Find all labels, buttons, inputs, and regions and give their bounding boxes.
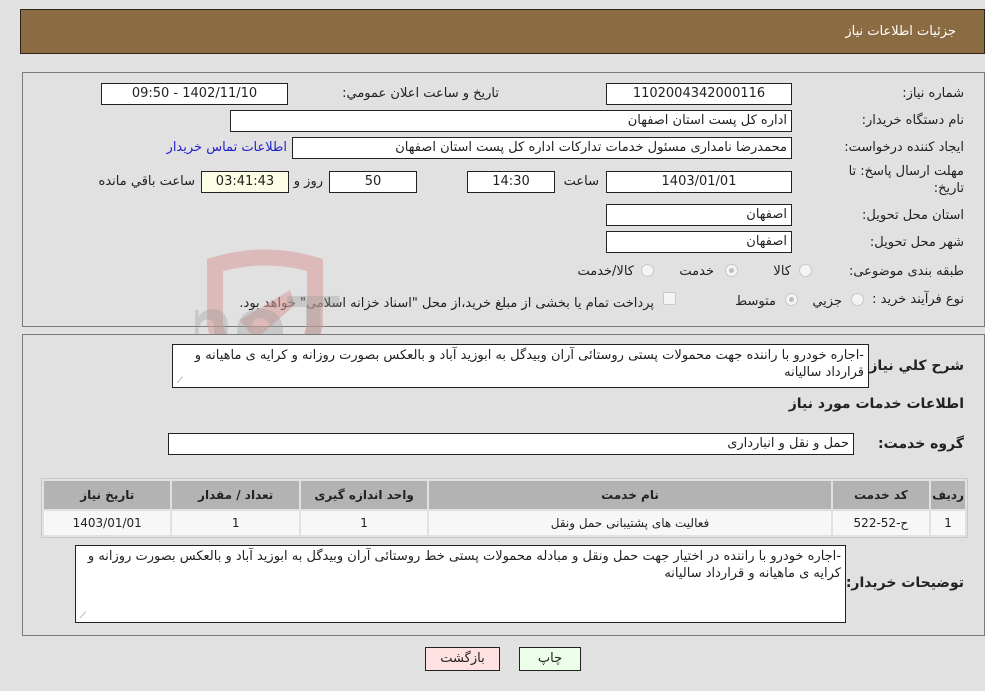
remaining-time-label: ساعت باقي مانده xyxy=(98,174,195,189)
delivery-city-label: شهر محل تحویل: xyxy=(869,235,964,250)
purchase-type-radio-medium[interactable] xyxy=(785,293,798,306)
summary-label: شرح کلي نیاز: xyxy=(863,358,964,374)
purchase-type-option-medium: متوسط xyxy=(735,294,776,309)
services-title: اطلاعات خدمات مورد نیاز xyxy=(788,396,964,412)
category-option-goods-service: کالا/خدمت xyxy=(577,264,634,279)
details-panel: شماره نیاز: 1102004342000116 تاریخ و ساع… xyxy=(22,72,985,327)
col-service-name: نام خدمت xyxy=(429,481,831,509)
purchase-type-option-minor: جزيي xyxy=(812,294,842,309)
delivery-province-label: استان محل تحویل: xyxy=(862,208,964,223)
category-label: طبقه بندی موضوعی: xyxy=(848,264,964,279)
category-option-goods: کالا xyxy=(773,264,791,279)
deadline-time-field[interactable]: 14:30 xyxy=(467,171,555,193)
summary-text: -اجاره خودرو با راننده جهت محمولات پستی … xyxy=(194,348,864,380)
col-service-code: کد خدمت xyxy=(832,481,930,509)
requester-label: ایجاد کننده درخواست: xyxy=(844,140,964,155)
delivery-city-field[interactable]: اصفهان xyxy=(606,231,792,253)
service-group-label: گروه خدمت: xyxy=(878,436,964,452)
buyer-org-label: نام دستگاه خریدار: xyxy=(861,113,964,128)
services-table: ردیف کد خدمت نام خدمت واحد اندازه گیری ت… xyxy=(41,478,968,538)
table-row: 1 ح-52-522 فعالیت های پشتیبانی حمل ونقل … xyxy=(44,511,965,535)
treasury-checkbox[interactable] xyxy=(663,292,676,305)
deadline-date-field[interactable]: 1403/01/01 xyxy=(606,171,792,193)
deadline-label-line1: مهلت ارسال پاسخ: تا xyxy=(848,164,964,179)
delivery-province-field[interactable]: اصفهان xyxy=(606,204,792,226)
category-radio-service[interactable] xyxy=(725,264,738,277)
summary-textarea[interactable]: -اجاره خودرو با راننده جهت محمولات پستی … xyxy=(172,344,869,388)
col-unit: واحد اندازه گیری xyxy=(300,481,428,509)
cell-quantity: 1 xyxy=(172,511,299,535)
deadline-label-line2: تاریخ: xyxy=(933,181,964,196)
cell-unit: 1 xyxy=(300,511,428,535)
purchase-type-radio-minor[interactable] xyxy=(851,293,864,306)
resize-grip-icon[interactable]: ⟋ xyxy=(175,377,183,386)
buyer-contact-link[interactable]: اطلاعات تماس خریدار xyxy=(167,140,287,155)
services-panel: شرح کلي نیاز: -اجاره خودرو با راننده جهت… xyxy=(22,334,985,636)
need-number-label: شماره نیاز: xyxy=(902,86,964,101)
print-button[interactable]: چاپ xyxy=(519,647,581,671)
col-row-number: ردیف xyxy=(931,481,965,509)
back-button[interactable]: بازگشت xyxy=(425,647,500,671)
buyer-notes-label: توضیحات خریدار: xyxy=(845,575,964,591)
col-quantity: تعداد / مقدار xyxy=(172,481,299,509)
days-label: روز و xyxy=(293,174,323,189)
treasury-note: پرداخت تمام یا بخشی از مبلغ خرید،از محل … xyxy=(239,296,654,311)
category-option-service: خدمت xyxy=(679,264,714,279)
table-header-row: ردیف کد خدمت نام خدمت واحد اندازه گیری ت… xyxy=(44,481,965,509)
announce-datetime-field[interactable]: 1402/11/10 - 09:50 xyxy=(101,83,288,105)
buyer-notes-text: -اجاره خودرو با راننده در اختیار جهت حمل… xyxy=(87,549,841,581)
cell-service-name: فعالیت های پشتیبانی حمل ونقل xyxy=(429,511,831,535)
deadline-time-label: ساعت xyxy=(563,174,599,189)
page-header: جزئیات اطلاعات نیاز xyxy=(20,9,985,54)
requester-field[interactable]: محمدرضا نامداری مسئول خدمات تدارکات ادار… xyxy=(292,137,792,159)
cell-row-number: 1 xyxy=(931,511,965,535)
purchase-type-label: نوع فرآیند خرید : xyxy=(872,292,964,307)
resize-grip-icon[interactable]: ⟋ xyxy=(78,612,86,621)
category-radio-goods[interactable] xyxy=(799,264,812,277)
category-radio-goods-service[interactable] xyxy=(641,264,654,277)
announce-datetime-label: تاریخ و ساعت اعلان عمومي: xyxy=(342,86,499,101)
buyer-org-field[interactable]: اداره کل پست استان اصفهان xyxy=(230,110,792,132)
days-field[interactable]: 50 xyxy=(329,171,417,193)
col-need-date: تاریخ نیاز xyxy=(44,481,171,509)
page-title: جزئیات اطلاعات نیاز xyxy=(845,24,956,39)
cell-need-date: 1403/01/01 xyxy=(44,511,171,535)
cell-service-code: ح-52-522 xyxy=(832,511,930,535)
need-number-field[interactable]: 1102004342000116 xyxy=(606,83,792,105)
buyer-notes-textarea[interactable]: -اجاره خودرو با راننده در اختیار جهت حمل… xyxy=(75,545,846,623)
remaining-time-field: 03:41:43 xyxy=(201,171,289,193)
service-group-field[interactable]: حمل و نقل و انبارداری xyxy=(168,433,854,455)
